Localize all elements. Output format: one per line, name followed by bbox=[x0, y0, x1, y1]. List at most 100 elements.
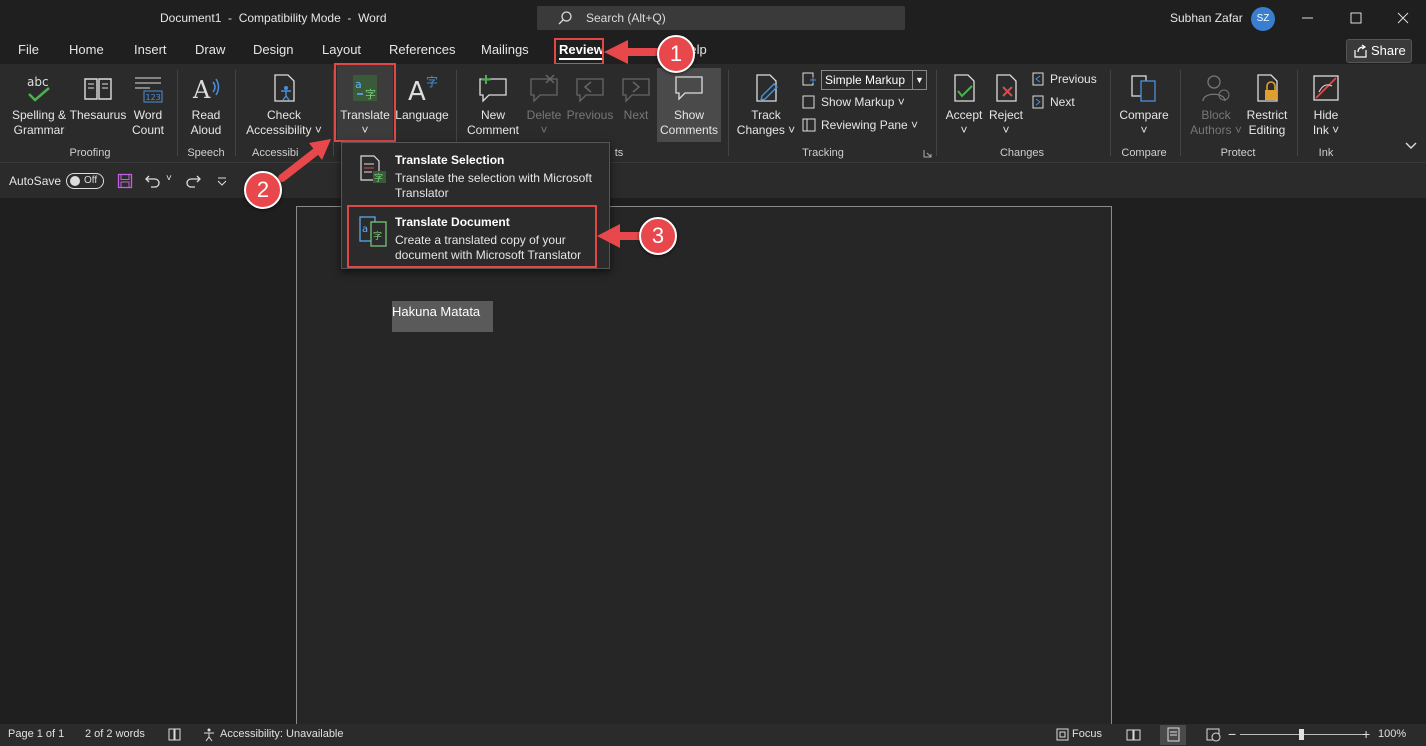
proofing-status-icon[interactable] bbox=[167, 727, 182, 742]
reject-button[interactable]: Reject ˅ bbox=[986, 72, 1026, 138]
delete-comment-icon bbox=[530, 74, 558, 103]
web-layout-icon[interactable] bbox=[1206, 727, 1221, 742]
tab-layout[interactable]: Layout bbox=[322, 42, 361, 57]
close-button[interactable] bbox=[1393, 8, 1413, 28]
selected-text[interactable]: Hakuna Matata bbox=[392, 301, 493, 332]
window-title: Document1 - Compatibility Mode - Word bbox=[160, 11, 387, 25]
ribbon-collapse-icon[interactable] bbox=[1404, 140, 1418, 152]
spelling-grammar-button[interactable]: abc Spelling & Grammar bbox=[8, 72, 70, 138]
undo-icon[interactable] bbox=[145, 173, 161, 189]
markup-select[interactable]: Simple Markup ▼ bbox=[821, 70, 927, 90]
toggle-knob bbox=[70, 176, 80, 186]
delete-comment-button[interactable]: Delete ˅ bbox=[525, 72, 563, 138]
next-change-icon bbox=[1032, 95, 1044, 109]
autosave-label: AutoSave bbox=[9, 174, 62, 188]
check-accessibility-button[interactable]: Check Accessibility ˅ bbox=[240, 72, 328, 138]
chevron-down-icon: ▼ bbox=[912, 71, 926, 89]
zoom-out-button[interactable]: − bbox=[1228, 726, 1236, 742]
autosave-toggle[interactable]: Off bbox=[66, 173, 104, 189]
avatar[interactable]: SZ bbox=[1251, 7, 1275, 31]
chevron-down-icon[interactable]: ˅ bbox=[166, 173, 172, 184]
display-for-review-icon-wrap bbox=[802, 72, 821, 86]
dialog-launcher-icon[interactable] bbox=[923, 149, 932, 158]
compare-button[interactable]: Compare ˅ bbox=[1116, 72, 1172, 138]
language-button[interactable]: A字 Language bbox=[394, 72, 450, 123]
share-icon bbox=[1354, 44, 1367, 58]
step-marker-3: 3 bbox=[639, 217, 677, 255]
reviewing-pane-icon bbox=[802, 118, 816, 132]
tab-design[interactable]: Design bbox=[253, 42, 293, 57]
read-aloud-button[interactable]: A Read Aloud bbox=[186, 72, 226, 138]
group-separator bbox=[1110, 70, 1111, 156]
maximize-button[interactable] bbox=[1346, 8, 1366, 28]
minimize-button[interactable] bbox=[1298, 8, 1318, 28]
changes-group-label: Changes bbox=[999, 147, 1045, 159]
accept-button[interactable]: Accept ˅ bbox=[942, 72, 986, 138]
search-box[interactable]: Search (Alt+Q) bbox=[537, 6, 905, 30]
next-change-button[interactable]: Next bbox=[1031, 95, 1075, 109]
step-marker-2: 2 bbox=[244, 171, 282, 209]
translate-highlight bbox=[334, 63, 396, 142]
review-tab-highlight bbox=[554, 38, 604, 65]
track-changes-icon bbox=[756, 74, 778, 102]
document-page[interactable] bbox=[296, 206, 1112, 746]
zoom-level[interactable]: 100% bbox=[1378, 728, 1406, 740]
tab-file[interactable]: File bbox=[18, 42, 39, 57]
tab-references[interactable]: References bbox=[389, 42, 455, 57]
search-icon bbox=[558, 11, 572, 25]
show-markup-button[interactable]: Show Markup ˅ bbox=[802, 95, 905, 109]
proofing-group-label: Proofing bbox=[69, 147, 111, 159]
user-name[interactable]: Subhan Zafar bbox=[1170, 11, 1243, 25]
hide-ink-button[interactable]: Hide Ink ˅ bbox=[1303, 72, 1349, 138]
next-comment-icon bbox=[622, 78, 650, 103]
translate-selection-item[interactable]: 字 Translate Selection Translate the sele… bbox=[342, 145, 609, 203]
zoom-slider-thumb[interactable] bbox=[1299, 729, 1304, 740]
svg-text:字: 字 bbox=[374, 172, 383, 184]
step-marker-1: 1 bbox=[657, 35, 695, 73]
group-separator bbox=[936, 70, 937, 156]
tab-mailings[interactable]: Mailings bbox=[481, 42, 529, 57]
accessibility-status-icon[interactable] bbox=[202, 727, 217, 742]
track-changes-button[interactable]: Track Changes ˅ bbox=[735, 72, 797, 138]
reviewing-pane-button[interactable]: Reviewing Pane ˅ bbox=[802, 118, 918, 132]
new-comment-button[interactable]: New Comment bbox=[463, 72, 523, 138]
spelling-icon: abc bbox=[27, 75, 50, 102]
lock-icon bbox=[1257, 74, 1278, 102]
protect-group-label: Protect bbox=[1220, 147, 1256, 159]
book-icon bbox=[84, 78, 112, 100]
show-comments-button[interactable]: Show Comments bbox=[657, 72, 721, 138]
ink-group-label: Ink bbox=[1318, 147, 1334, 159]
previous-comment-button[interactable]: Previous bbox=[565, 72, 615, 123]
read-mode-icon[interactable] bbox=[1126, 727, 1141, 742]
save-icon[interactable] bbox=[117, 173, 133, 189]
word-count[interactable]: 2 of 2 words bbox=[85, 728, 145, 740]
group-separator bbox=[728, 70, 729, 156]
customize-qat-icon[interactable] bbox=[214, 173, 230, 189]
print-layout-icon[interactable] bbox=[1166, 727, 1181, 742]
zoom-in-button[interactable]: + bbox=[1362, 726, 1370, 742]
redo-icon[interactable] bbox=[185, 173, 201, 189]
minimize-icon bbox=[1302, 17, 1313, 19]
tab-insert[interactable]: Insert bbox=[134, 42, 167, 57]
accessibility-status[interactable]: Accessibility: Unavailable bbox=[220, 728, 344, 740]
svg-text:A: A bbox=[192, 76, 211, 104]
next-comment-button[interactable]: Next bbox=[617, 72, 655, 123]
previous-change-button[interactable]: Previous bbox=[1031, 72, 1097, 86]
language-icon: A字 bbox=[408, 74, 438, 104]
focus-label[interactable]: Focus bbox=[1072, 728, 1102, 740]
tab-home[interactable]: Home bbox=[69, 42, 104, 57]
compare-group-label: Compare bbox=[1121, 147, 1167, 159]
page-count[interactable]: Page 1 of 1 bbox=[8, 728, 64, 740]
focus-icon[interactable] bbox=[1055, 727, 1070, 742]
group-separator bbox=[177, 70, 178, 156]
block-authors-button[interactable]: Block Authors ˅ bbox=[1185, 72, 1247, 138]
thesaurus-button[interactable]: Thesaurus bbox=[69, 72, 127, 123]
restrict-editing-button[interactable]: Restrict Editing bbox=[1243, 72, 1291, 138]
comments-group-label-fragment: ts bbox=[614, 147, 624, 159]
word-count-button[interactable]: 123 Word Count bbox=[128, 72, 168, 138]
group-separator bbox=[235, 70, 236, 156]
svg-text:A: A bbox=[408, 77, 426, 104]
tracking-group-label: Tracking bbox=[802, 147, 844, 159]
share-button[interactable]: Share bbox=[1346, 39, 1412, 63]
tab-draw[interactable]: Draw bbox=[195, 42, 225, 57]
